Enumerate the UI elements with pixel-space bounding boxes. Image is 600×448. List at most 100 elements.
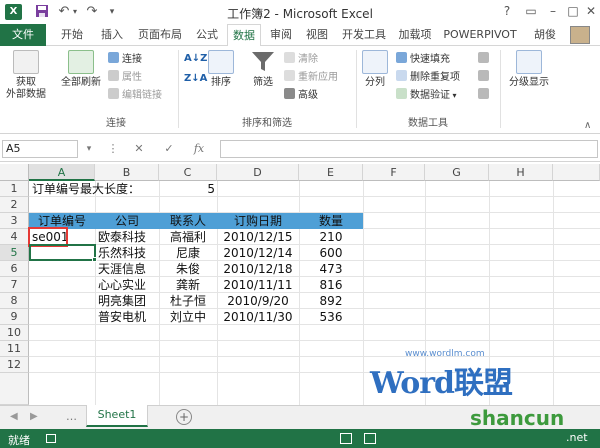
cell-c6[interactable]: 朱俊 (159, 261, 217, 277)
row-header-9[interactable]: 9 (0, 309, 29, 325)
cell-b6[interactable]: 天涯信息 (98, 261, 146, 277)
header-cell-company[interactable]: 公司 (95, 213, 159, 229)
row-header-12[interactable]: 12 (0, 357, 29, 373)
column-header-c[interactable]: C (159, 164, 217, 181)
text-to-columns-button[interactable]: 分列 (360, 50, 390, 89)
column-header-g[interactable]: G (425, 164, 489, 181)
cell-b8[interactable]: 明亮集团 (98, 293, 146, 309)
reapply-button[interactable]: 重新应用 (284, 70, 338, 84)
advanced-filter-button[interactable]: 高级 (284, 88, 318, 102)
normal-view-icon[interactable] (340, 433, 352, 444)
more-sheets-icon[interactable]: … (66, 410, 77, 423)
row-header-6[interactable]: 6 (0, 261, 29, 277)
column-header-f[interactable]: F (363, 164, 425, 181)
column-header-h[interactable]: H (489, 164, 553, 181)
remove-duplicates-button[interactable]: 删除重复项 (396, 70, 460, 84)
sheet-tab-sheet1[interactable]: Sheet1 (86, 405, 148, 427)
tab-developer[interactable]: 开发工具 (338, 24, 390, 46)
relationships-icon[interactable] (478, 88, 492, 102)
sort-ascending-button[interactable]: A↓Z (184, 52, 207, 66)
cell-e7[interactable]: 816 (299, 277, 363, 293)
insert-function-icon[interactable]: fx (190, 140, 208, 158)
cell-c5[interactable]: 尼康 (159, 245, 217, 261)
scroll-left-icon[interactable]: ◀ (10, 411, 18, 422)
cell-b4[interactable]: 欧泰科技 (98, 229, 146, 245)
collapse-ribbon-icon[interactable]: ∧ (584, 120, 591, 131)
cell-d6[interactable]: 2010/12/18 (217, 261, 299, 277)
tab-insert[interactable]: 插入 (94, 24, 130, 46)
cell-e6[interactable]: 473 (299, 261, 363, 277)
get-external-data-button[interactable]: 获取 外部数据 (4, 50, 48, 101)
column-header-a[interactable]: A (29, 164, 95, 181)
flash-fill-button[interactable]: 快速填充 (396, 52, 450, 66)
cell-d4[interactable]: 2010/12/15 (217, 229, 299, 245)
column-header-b[interactable]: B (95, 164, 159, 181)
row-header-1[interactable]: 1 (0, 181, 29, 197)
properties-button[interactable]: 属性 (108, 70, 142, 84)
tab-file[interactable]: 文件 (0, 24, 46, 46)
cell-b7[interactable]: 心心实业 (98, 277, 146, 293)
active-cell-a5[interactable] (29, 244, 96, 261)
cell-e4[interactable]: 210 (299, 229, 363, 245)
connections-button[interactable]: 连接 (108, 52, 142, 66)
tab-page-layout[interactable]: 页面布局 (134, 24, 186, 46)
row-header-11[interactable]: 11 (0, 341, 29, 357)
cell-b5[interactable]: 乐然科技 (98, 245, 146, 261)
tab-addins[interactable]: 加载项 (394, 24, 436, 46)
fill-handle[interactable] (92, 257, 97, 262)
row-header-4[interactable]: 4 (0, 229, 29, 245)
cell-d5[interactable]: 2010/12/14 (217, 245, 299, 261)
column-header-d[interactable]: D (217, 164, 299, 181)
cell-e5[interactable]: 600 (299, 245, 363, 261)
worksheet-grid[interactable]: A B C D E F G H 1 2 3 4 5 6 7 8 9 10 11 … (0, 162, 600, 405)
cell-c9[interactable]: 刘立中 (159, 309, 217, 325)
name-box[interactable]: A5 (2, 140, 78, 158)
cell-c4[interactable]: 高福利 (159, 229, 217, 245)
tab-view[interactable]: 视图 (300, 24, 334, 46)
row-header-3[interactable]: 3 (0, 213, 29, 229)
macro-record-icon[interactable] (46, 434, 56, 443)
row-header-2[interactable]: 2 (0, 197, 29, 213)
new-sheet-button[interactable]: + (176, 409, 192, 425)
tab-powerpivot[interactable]: POWERPIVOT (440, 24, 520, 46)
column-header-e[interactable]: E (299, 164, 363, 181)
enter-icon[interactable]: ✓ (160, 140, 178, 158)
tab-formulas[interactable]: 公式 (190, 24, 224, 46)
cell-d9[interactable]: 2010/11/30 (217, 309, 299, 325)
filter-button[interactable]: 筛选 (246, 50, 280, 89)
cell-c7[interactable]: 龚新 (159, 277, 217, 293)
page-layout-view-icon[interactable] (364, 433, 376, 444)
cell-e9[interactable]: 536 (299, 309, 363, 325)
tab-review[interactable]: 审阅 (264, 24, 298, 46)
help-icon[interactable]: ? (494, 0, 520, 22)
name-box-dropdown-icon[interactable]: ▾ (80, 140, 98, 158)
clear-filter-button[interactable]: 清除 (284, 52, 318, 66)
header-cell-quantity[interactable]: 数量 (299, 213, 363, 229)
edit-links-button[interactable]: 编辑链接 (108, 88, 162, 102)
tab-data[interactable]: 数据 (227, 24, 261, 47)
row-header-8[interactable]: 8 (0, 293, 29, 309)
user-name[interactable]: 胡俊 (530, 24, 560, 46)
scroll-right-icon[interactable]: ▶ (30, 411, 38, 422)
header-cell-contact[interactable]: 联系人 (159, 213, 217, 229)
sort-descending-button[interactable]: Z↓A (184, 72, 207, 86)
row-header-5[interactable]: 5 (0, 245, 29, 261)
cell-d8[interactable]: 2010/9/20 (217, 293, 299, 309)
cell-c8[interactable]: 杜子恒 (159, 293, 217, 309)
sort-button[interactable]: 排序 (206, 50, 236, 89)
what-if-icon[interactable] (478, 70, 492, 84)
avatar[interactable] (570, 26, 590, 44)
cell-d7[interactable]: 2010/11/11 (217, 277, 299, 293)
row-header-10[interactable]: 10 (0, 325, 29, 341)
header-cell-date[interactable]: 订购日期 (217, 213, 299, 229)
row-header-7[interactable]: 7 (0, 277, 29, 293)
cell-a1[interactable]: 订单编号最大长度： (32, 181, 140, 197)
select-all-corner[interactable] (0, 164, 29, 181)
consolidate-icon[interactable] (478, 52, 492, 66)
tab-home[interactable]: 开始 (54, 24, 90, 46)
cancel-icon[interactable]: ✕ (130, 140, 148, 158)
close-button[interactable]: ✕ (578, 0, 600, 22)
data-validation-button[interactable]: 数据验证 ▾ (396, 88, 457, 102)
refresh-all-button[interactable]: 全部刷新 (56, 50, 106, 89)
cell-c1[interactable]: 5 (159, 181, 215, 197)
